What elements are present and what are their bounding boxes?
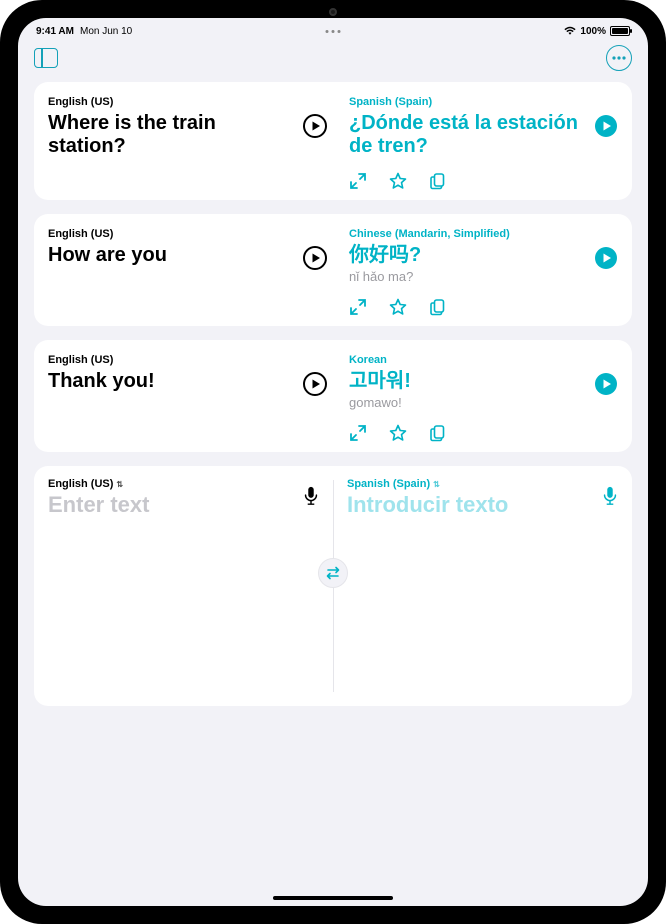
translation-card: English (US) Thank you! Korean 고마워! goma… [34, 340, 632, 452]
home-indicator[interactable] [273, 896, 393, 900]
expand-icon[interactable] [349, 298, 367, 316]
play-target-button[interactable] [594, 372, 618, 396]
target-language-label: Spanish (Spain) [349, 96, 588, 108]
input-card: English (US) ⇅ Enter text [34, 466, 632, 706]
target-language-label: Korean [349, 354, 588, 366]
translation-actions [349, 172, 588, 190]
play-icon [594, 246, 618, 270]
play-target-button[interactable] [594, 114, 618, 138]
target-language-label: Chinese (Mandarin, Simplified) [349, 228, 588, 240]
swap-languages-button[interactable] [318, 558, 348, 588]
translation-actions [349, 424, 588, 442]
play-icon [594, 372, 618, 396]
copy-icon[interactable] [429, 298, 447, 316]
battery-percent: 100% [580, 26, 606, 37]
target-text: 你好吗? [349, 244, 588, 267]
play-icon [594, 114, 618, 138]
chevron-up-down-icon: ⇅ [116, 480, 123, 489]
source-language-label: English (US) [48, 96, 287, 108]
favorite-icon[interactable] [389, 172, 407, 190]
content-area: English (US) Where is the train station?… [18, 76, 648, 906]
copy-icon[interactable] [429, 172, 447, 190]
chevron-up-down-icon: ⇅ [433, 480, 440, 489]
translation-card: English (US) How are you Chinese (Mandar… [34, 214, 632, 326]
wifi-icon [564, 26, 576, 36]
more-button[interactable] [606, 45, 632, 71]
target-language-value: Spanish (Spain) [347, 478, 430, 490]
source-text: Where is the train station? [48, 112, 287, 158]
front-camera [329, 8, 337, 16]
favorite-icon[interactable] [389, 424, 407, 442]
status-bar: 9:41 AM Mon Jun 10 100% [18, 18, 648, 40]
status-date: Mon Jun 10 [80, 26, 132, 37]
play-source-button[interactable] [303, 246, 327, 270]
microphone-icon[interactable] [602, 486, 618, 506]
play-source-button[interactable] [303, 372, 327, 396]
ipad-frame: 9:41 AM Mon Jun 10 100% English (US) Whe… [0, 0, 666, 924]
source-text: Thank you! [48, 370, 287, 393]
target-language-selector[interactable]: Spanish (Spain) ⇅ [347, 478, 508, 490]
target-input[interactable]: Introducir texto [347, 492, 508, 518]
favorite-icon[interactable] [389, 298, 407, 316]
status-time: 9:41 AM [36, 26, 74, 37]
nav-bar [18, 40, 648, 76]
source-language-label: English (US) [48, 228, 287, 240]
microphone-icon[interactable] [303, 486, 319, 506]
source-language-value: English (US) [48, 478, 113, 490]
target-text: 고마워! [349, 370, 588, 393]
source-language-selector[interactable]: English (US) ⇅ [48, 478, 149, 490]
screen: 9:41 AM Mon Jun 10 100% English (US) Whe… [18, 18, 648, 906]
expand-icon[interactable] [349, 424, 367, 442]
translation-card: English (US) Where is the train station?… [34, 82, 632, 200]
play-source-button[interactable] [303, 114, 327, 138]
target-text: ¿Dónde está la estación de tren? [349, 112, 588, 158]
ellipsis-icon [612, 56, 626, 60]
romanization: nǐ hǎo ma? [349, 269, 588, 284]
battery-icon [610, 26, 630, 36]
source-language-label: English (US) [48, 354, 287, 366]
translation-actions [349, 298, 588, 316]
romanization: gomawo! [349, 395, 588, 410]
play-icon [303, 372, 327, 396]
play-icon [303, 246, 327, 270]
multitask-dots[interactable] [326, 30, 341, 33]
play-icon [303, 114, 327, 138]
source-text: How are you [48, 244, 287, 267]
swap-icon [325, 566, 341, 580]
source-input[interactable]: Enter text [48, 492, 149, 518]
play-target-button[interactable] [594, 246, 618, 270]
expand-icon[interactable] [349, 172, 367, 190]
copy-icon[interactable] [429, 424, 447, 442]
sidebar-toggle-button[interactable] [34, 48, 58, 68]
